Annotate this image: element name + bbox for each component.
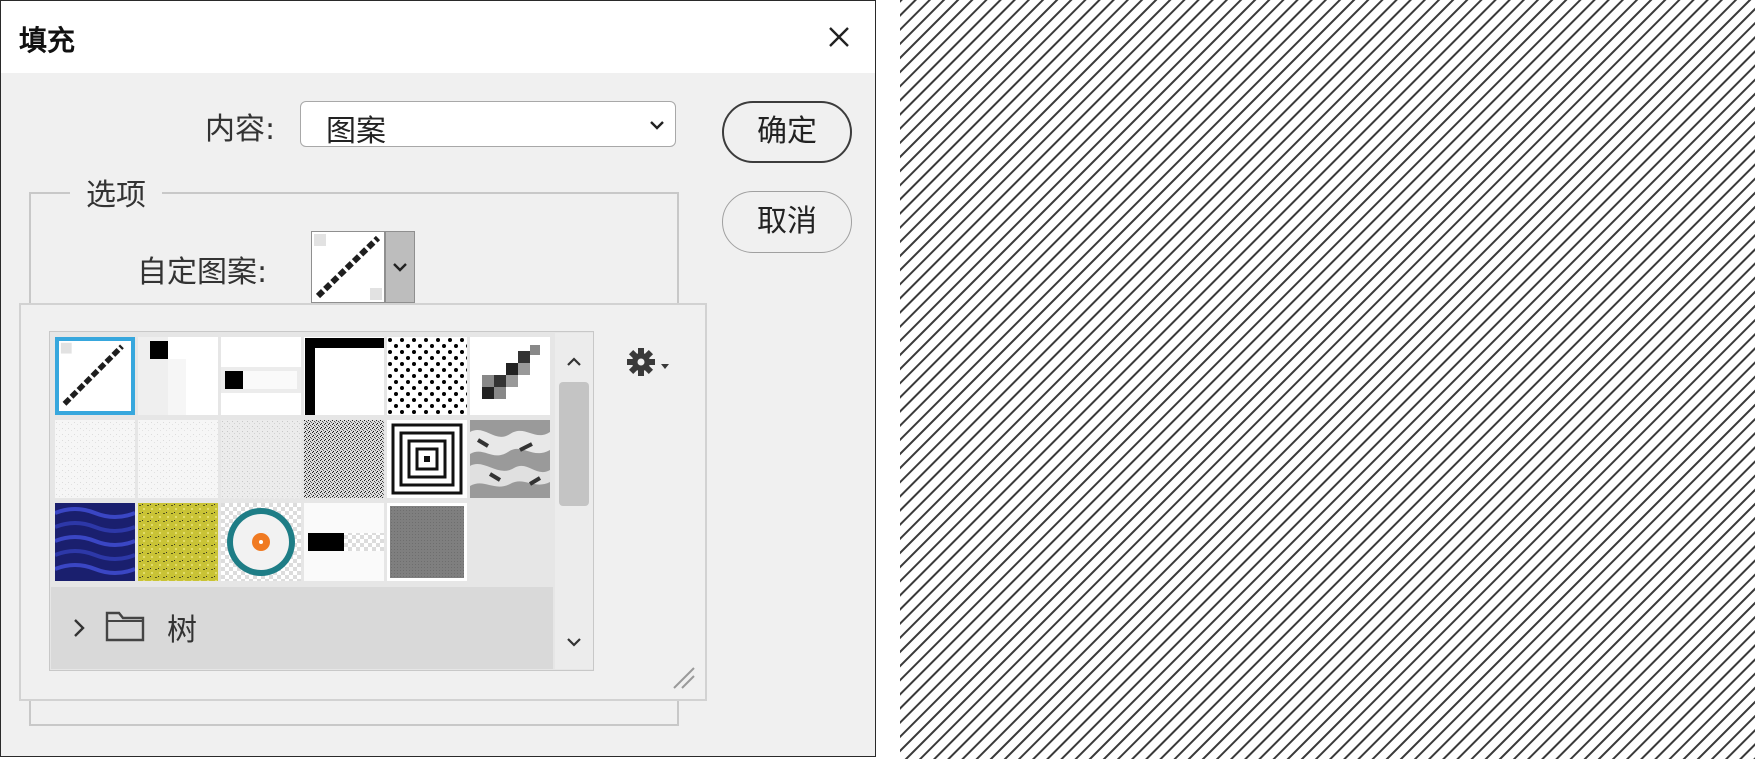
diagonal-line-pattern-icon: [59, 341, 131, 411]
corner-pattern-icon: [304, 337, 384, 415]
pattern-folder-row[interactable]: 树: [51, 587, 553, 669]
diagonal-line-pattern-icon: [312, 232, 384, 302]
close-button[interactable]: [819, 17, 859, 57]
gear-icon[interactable]: [624, 345, 672, 379]
ok-button[interactable]: 确定: [722, 101, 852, 163]
pattern-tile[interactable]: [138, 337, 218, 415]
black-noise-pattern-icon: [304, 420, 384, 498]
gray-fine-pattern-icon: [387, 503, 467, 581]
gray-noise-pattern-icon: [221, 420, 301, 498]
diagonal-hatch-preview: [900, 0, 1755, 759]
custom-pattern-swatch[interactable]: [311, 231, 385, 303]
pattern-tile[interactable]: [470, 420, 550, 498]
pattern-tile[interactable]: [387, 503, 467, 581]
vertical-bar-pattern-icon: [138, 337, 218, 415]
gray-marble-pattern-icon: [470, 420, 550, 498]
concentric-squares-pattern-icon: [387, 420, 467, 498]
pattern-tile[interactable]: [138, 420, 218, 498]
pattern-tile[interactable]: [55, 503, 135, 581]
scroll-up-icon[interactable]: [565, 353, 583, 371]
pattern-tile[interactable]: [387, 420, 467, 498]
custom-pattern-label: 自定图案:: [137, 255, 268, 290]
content-select-value: 图案: [326, 114, 386, 149]
picker-scrollbar[interactable]: [555, 333, 593, 669]
horizontal-bar-pattern-icon: [221, 337, 301, 415]
custom-pattern-dropdown[interactable]: [385, 231, 415, 303]
orange-ring-pattern-icon: [221, 503, 301, 581]
folder-icon: [105, 611, 145, 642]
blue-waves-pattern-icon: [55, 503, 135, 581]
dialog-title: 填充: [19, 24, 76, 57]
title-bar: 填充: [1, 1, 875, 73]
chevron-down-icon: [650, 121, 664, 130]
pattern-tile[interactable]: [221, 420, 301, 498]
dots-pattern-icon: [387, 337, 467, 415]
pattern-tile[interactable]: [138, 503, 218, 581]
yellow-grain-pattern-icon: [138, 503, 218, 581]
pattern-tile[interactable]: [221, 337, 301, 415]
chevron-down-icon: [393, 263, 407, 272]
close-icon: [829, 27, 849, 47]
content-label: 内容:: [205, 112, 276, 147]
pattern-tile[interactable]: [304, 420, 384, 498]
pattern-tile[interactable]: [304, 503, 384, 581]
pattern-preview-area: [900, 0, 1755, 759]
scroll-down-icon[interactable]: [565, 633, 583, 651]
resize-grip-icon[interactable]: [668, 662, 696, 690]
pattern-tile[interactable]: [304, 337, 384, 415]
white-noise-pattern-icon: [55, 420, 135, 498]
chevron-right-icon: [74, 619, 85, 637]
pattern-tile[interactable]: [221, 503, 301, 581]
white-noise-pattern-icon: [138, 420, 218, 498]
pattern-tile[interactable]: [55, 337, 135, 415]
pixel-diagonal-pattern-icon: [470, 337, 550, 415]
black-gradient-bar-pattern-icon: [304, 503, 384, 581]
pattern-tile[interactable]: [387, 337, 467, 415]
cancel-button[interactable]: 取消: [722, 191, 852, 253]
options-legend: 选项: [70, 170, 162, 214]
scrollbar-thumb[interactable]: [559, 382, 589, 506]
pattern-tile[interactable]: [55, 420, 135, 498]
pattern-tile[interactable]: [470, 337, 550, 415]
content-select[interactable]: 图案: [300, 101, 676, 149]
folder-name: 树: [167, 613, 197, 648]
